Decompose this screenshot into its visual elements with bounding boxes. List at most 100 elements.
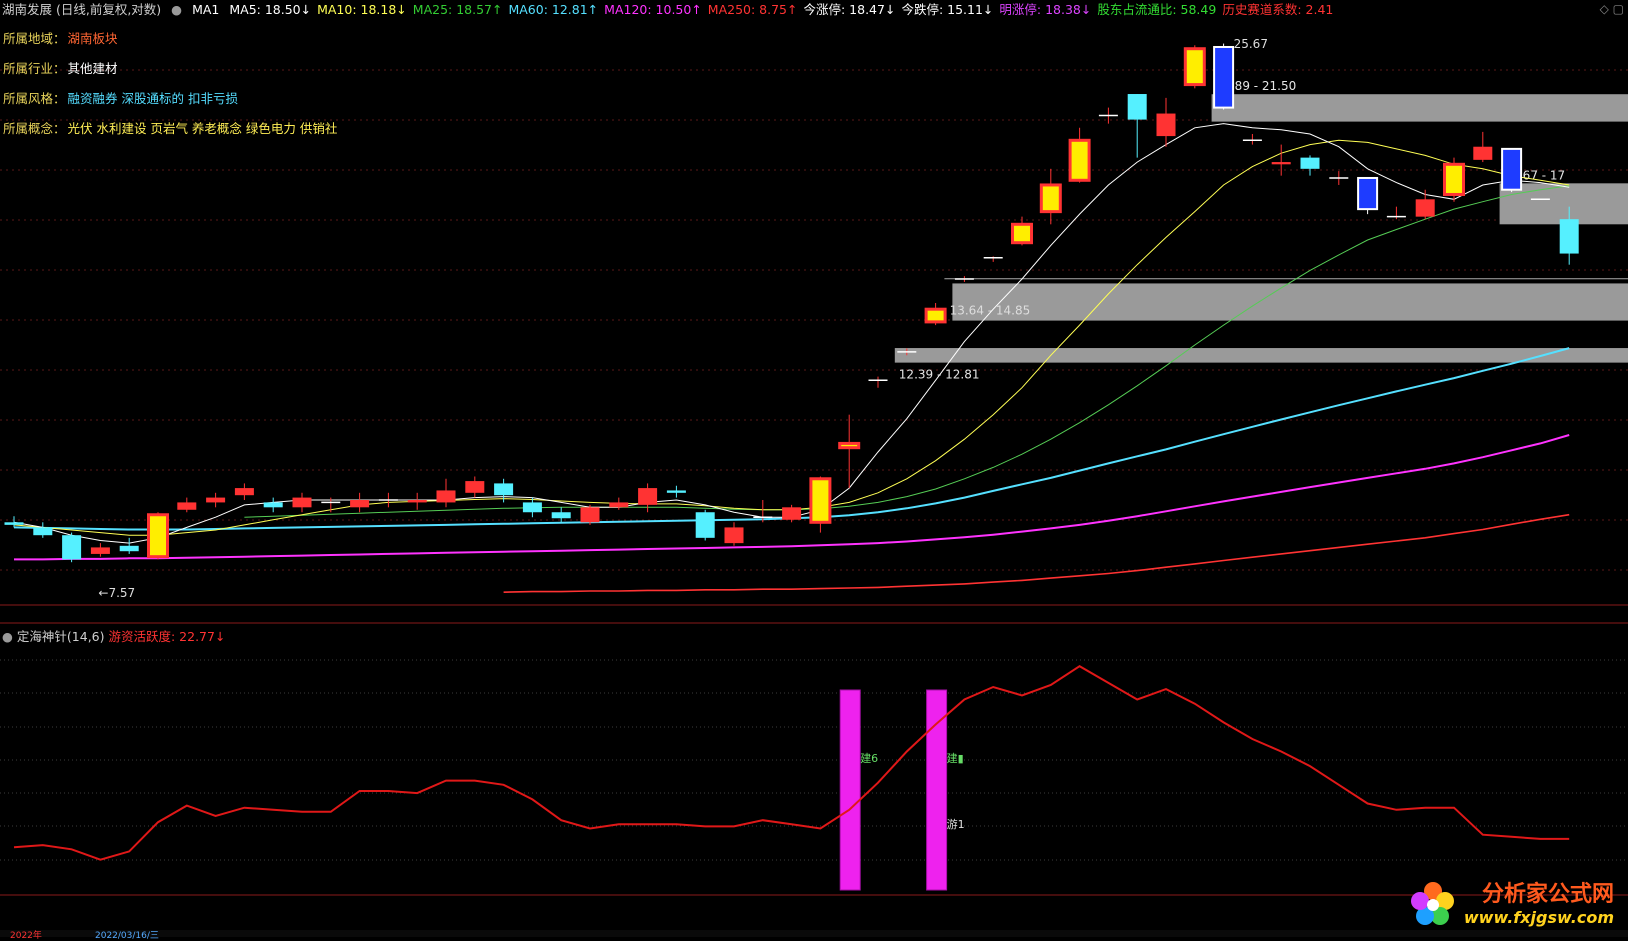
- candle[interactable]: [638, 483, 658, 513]
- candle[interactable]: [809, 476, 832, 533]
- price-annotation: 25.67: [1234, 37, 1268, 51]
- info-value[interactable]: 湖南板块: [68, 31, 118, 46]
- date-label-year: 2022年: [10, 931, 42, 941]
- top-right-controls[interactable]: ◇ ▢: [1600, 2, 1624, 16]
- candle[interactable]: [695, 509, 715, 541]
- sub-indicator-panel: 建6 建▮ 游1: [13, 665, 1570, 891]
- candle[interactable]: [522, 497, 542, 518]
- candle[interactable]: [609, 497, 629, 510]
- candle-body: [4, 522, 24, 525]
- ma1-label[interactable]: MA1: [192, 2, 219, 17]
- candle[interactable]: [1501, 147, 1523, 193]
- candle[interactable]: [983, 256, 1003, 262]
- indicator-10: 历史赛道系数: 2.41: [1222, 2, 1334, 17]
- candle[interactable]: [1473, 131, 1493, 163]
- candle-body-limit-down: [1213, 45, 1235, 109]
- watermark-flower-icon: [1411, 882, 1454, 925]
- candle[interactable]: [782, 504, 802, 523]
- candle[interactable]: [119, 537, 139, 554]
- zone-label: 13.64 - 14.85: [950, 304, 1031, 318]
- ma5-line: [13, 123, 1570, 544]
- candle[interactable]: [350, 492, 370, 513]
- candle[interactable]: [147, 512, 169, 560]
- candle[interactable]: [724, 522, 744, 546]
- candle-body-limit-up: [1183, 47, 1206, 87]
- candle-body: [119, 545, 139, 552]
- candle-body: [522, 502, 542, 513]
- candle[interactable]: [666, 485, 686, 498]
- sub-indicator-line: [13, 665, 1570, 861]
- info-row-2: 所属风格： 融资融券 深股通标的 扣非亏损: [3, 88, 238, 107]
- sub-indicator-name[interactable]: 定海神针(14,6): [17, 629, 105, 644]
- chart-stage: 22.89 - 21.5018.67 - 1715.01 - 15.1113.6…: [0, 37, 1628, 896]
- indicator-1: MA10: 18.18↓: [317, 2, 407, 17]
- candle[interactable]: [1271, 144, 1291, 176]
- candle[interactable]: [1098, 107, 1118, 124]
- candle-body: [494, 483, 514, 496]
- candle-body: [638, 488, 658, 505]
- candle-body-limit-up: [809, 477, 832, 524]
- candle[interactable]: [1039, 168, 1062, 225]
- candle[interactable]: [1127, 94, 1147, 158]
- sub-settings-icon[interactable]: ●: [2, 629, 13, 644]
- ma250-line: [503, 513, 1570, 593]
- candle[interactable]: [62, 532, 82, 563]
- zone-label: 12.39 - 12.81: [899, 368, 980, 382]
- candle-body: [1271, 162, 1291, 165]
- candle[interactable]: [551, 507, 571, 523]
- candle[interactable]: [1183, 45, 1206, 89]
- candle[interactable]: [924, 303, 947, 326]
- candle[interactable]: [234, 483, 254, 500]
- candle[interactable]: [436, 478, 456, 508]
- ma60-line: [13, 347, 1570, 531]
- candle[interactable]: [378, 492, 398, 508]
- candle-body: [1300, 157, 1320, 169]
- candle[interactable]: [1213, 43, 1235, 110]
- watermark-url: www.fxjgsw.com: [1463, 908, 1614, 927]
- stock-title[interactable]: 湖南发展 (日线,前复权,对数): [2, 2, 161, 17]
- candle[interactable]: [1329, 171, 1349, 185]
- candle[interactable]: [1068, 127, 1091, 183]
- candle-body: [1127, 94, 1147, 120]
- candle[interactable]: [868, 376, 888, 388]
- candle-body: [695, 512, 715, 538]
- info-value[interactable]: 光伏 水利建设 页岩气 养老概念 绿色电力 供销社: [68, 121, 338, 136]
- zone-band: [1211, 94, 1628, 122]
- candle[interactable]: [1443, 157, 1465, 202]
- candle[interactable]: [33, 522, 53, 538]
- candle[interactable]: [1300, 155, 1320, 176]
- candle-body: [580, 507, 600, 523]
- candle[interactable]: [263, 497, 283, 513]
- candle[interactable]: [838, 414, 861, 489]
- candle[interactable]: [206, 492, 226, 508]
- info-value[interactable]: 其他建材: [68, 61, 118, 76]
- candle-body-limit-up: [147, 513, 169, 559]
- candle-body: [465, 481, 485, 493]
- indicator-2: MA25: 18.57↑: [412, 2, 503, 17]
- candle[interactable]: [954, 276, 974, 282]
- settings-icon[interactable]: ●: [171, 2, 182, 17]
- candle[interactable]: [1357, 176, 1379, 215]
- info-row-0: 所属地域： 湖南板块: [3, 28, 118, 47]
- candle[interactable]: [292, 492, 312, 513]
- info-value[interactable]: 融资融券 深股通标的 扣非亏损: [68, 91, 238, 106]
- ma10-line: [13, 139, 1570, 536]
- candle[interactable]: [90, 543, 110, 557]
- candle[interactable]: [407, 492, 427, 510]
- candle[interactable]: [1011, 216, 1033, 246]
- candle-body-limit-up: [924, 307, 947, 324]
- indicator-6: 今涨停: 18.47↓: [803, 2, 896, 17]
- candle[interactable]: [177, 497, 197, 513]
- indicator-list: MA5: 18.50↓ MA10: 18.18↓ MA25: 18.57↑ MA60:…: [229, 2, 1339, 17]
- info-key: 所属行业：: [3, 61, 66, 76]
- sub-indicator-header: ● 定海神针(14,6) 游资活跃度: 22.77↓: [2, 628, 225, 646]
- candle[interactable]: [1415, 189, 1435, 220]
- candle-body: [436, 490, 456, 503]
- candle[interactable]: [465, 476, 485, 498]
- candle[interactable]: [1156, 97, 1176, 147]
- candle-body: [292, 497, 312, 508]
- candle-body-limit-up: [1068, 138, 1091, 182]
- candle[interactable]: [1386, 206, 1406, 220]
- candle[interactable]: [1242, 133, 1262, 145]
- candle[interactable]: [580, 504, 600, 525]
